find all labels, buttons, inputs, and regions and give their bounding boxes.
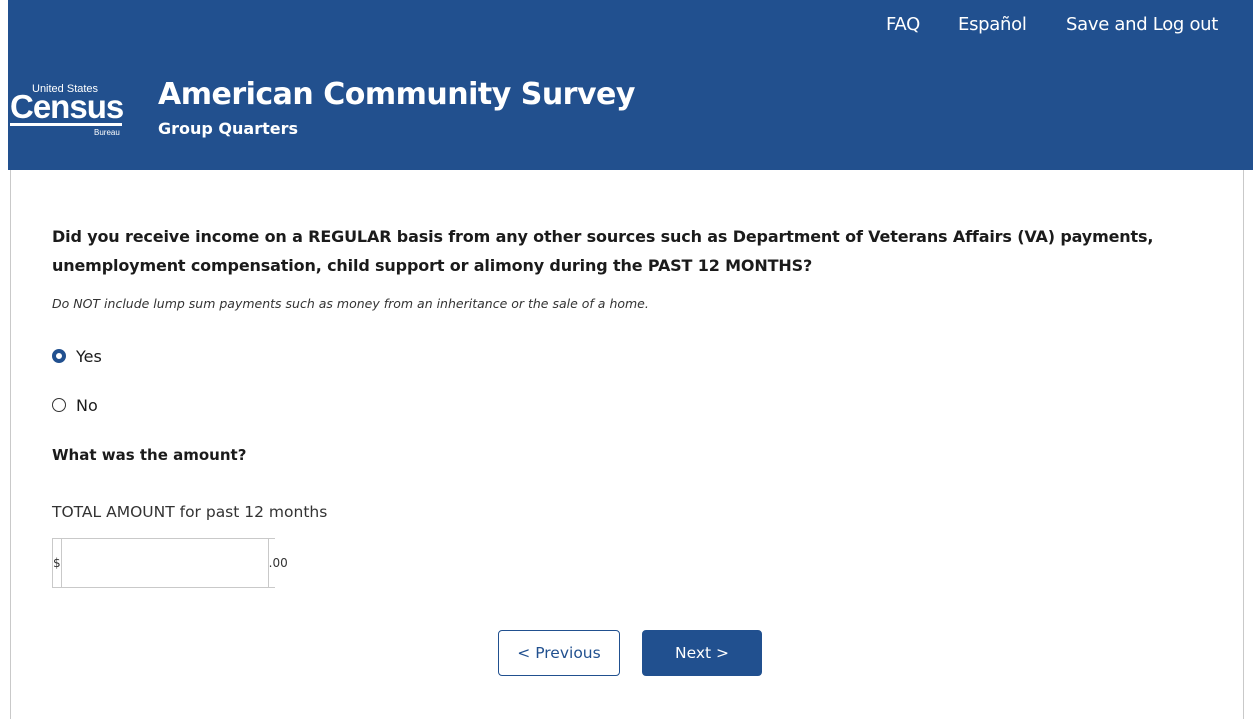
- radio-yes-label: Yes: [76, 346, 102, 366]
- save-logout-link[interactable]: Save and Log out: [1066, 14, 1218, 35]
- amount-label: TOTAL AMOUNT for past 12 months: [52, 503, 328, 521]
- page-subtitle: Group Quarters: [158, 119, 299, 138]
- next-button[interactable]: Next >: [642, 630, 762, 676]
- site-header: Census United States Bureau American Com…: [8, 50, 1253, 170]
- question-text: Did you receive income on a REGULAR basi…: [52, 227, 1154, 275]
- cents-suffix: .00: [267, 539, 288, 587]
- previous-button[interactable]: < Previous: [498, 630, 620, 676]
- question-instruction: Do NOT include lump sum payments such as…: [52, 296, 649, 311]
- amount-question: What was the amount?: [52, 446, 247, 464]
- radio-option-no[interactable]: No: [52, 394, 98, 416]
- census-logo[interactable]: Census United States Bureau: [8, 78, 128, 138]
- census-logo-bar: [10, 123, 122, 126]
- census-logo-united-states: United States: [32, 83, 99, 95]
- main-content: Did you receive income on a REGULAR basi…: [10, 170, 1244, 719]
- radio-no[interactable]: [52, 398, 66, 412]
- faq-link[interactable]: FAQ: [886, 14, 920, 35]
- amount-input-group: $ .00: [52, 538, 288, 588]
- espanol-link[interactable]: Español: [958, 14, 1027, 35]
- page-title: American Community Survey: [158, 77, 635, 112]
- top-nav-bar: FAQ Español Save and Log out: [8, 0, 1253, 50]
- radio-option-yes[interactable]: Yes: [52, 345, 102, 367]
- radio-no-label: No: [76, 395, 98, 415]
- dollar-prefix: $: [53, 539, 62, 587]
- census-logo-bureau: Bureau: [94, 128, 120, 137]
- amount-input[interactable]: [61, 539, 268, 587]
- radio-yes-selected[interactable]: [52, 349, 66, 363]
